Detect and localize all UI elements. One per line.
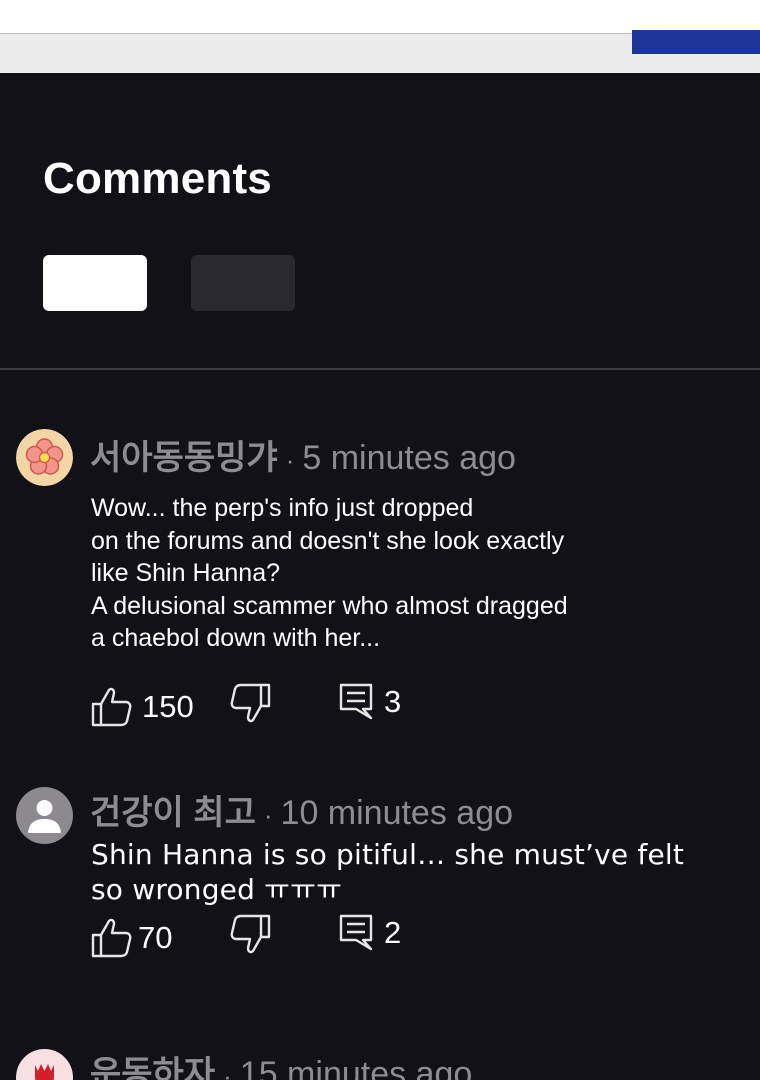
like-count: 150 — [142, 689, 194, 724]
comment-meta: 서아동동밍갸 · 5 minutes ago — [90, 430, 516, 479]
reply-count: 3 — [384, 684, 402, 719]
dislike-button[interactable] — [228, 913, 272, 955]
thumbs-up-icon — [91, 687, 132, 727]
separator-dot: · — [263, 800, 273, 830]
tulip-avatar[interactable] — [16, 1049, 73, 1080]
flower-avatar[interactable] — [16, 429, 73, 486]
user-icon — [28, 800, 61, 833]
comment-item: 건강이 최고 · 10 minutes ago Shin Hanna is so p… — [0, 785, 760, 985]
comment-actions: 150 3 — [90, 683, 490, 728]
dislike-button[interactable] — [228, 682, 272, 724]
active-tab-indicator[interactable] — [632, 30, 760, 54]
timestamp: 10 minutes ago — [280, 794, 514, 832]
username[interactable]: 운동하자 — [90, 1055, 215, 1080]
timestamp: 15 minutes ago — [239, 1055, 473, 1080]
reply-button[interactable]: 3 — [338, 682, 401, 722]
username[interactable]: 건강이 최고 — [90, 794, 256, 832]
browser-top-bar — [0, 0, 760, 73]
timestamp: 5 minutes ago — [302, 439, 516, 477]
page-title: Comments — [43, 154, 272, 203]
separator-dot: · — [223, 1061, 232, 1080]
comment-item: 서아동동밍갸 · 5 minutes ago Wow... the perp's i… — [0, 428, 760, 748]
thumbs-down-icon — [230, 683, 271, 723]
like-button[interactable]: 70 — [90, 917, 172, 959]
like-button[interactable]: 150 — [90, 686, 194, 728]
thumbs-up-icon — [91, 918, 132, 958]
filter-button-inactive[interactable] — [191, 255, 295, 311]
reply-icon — [339, 683, 373, 720]
reply-icon — [339, 914, 373, 951]
username[interactable]: 서아동동밍갸 — [90, 439, 278, 477]
reply-count: 2 — [384, 915, 402, 950]
flower-icon — [16, 429, 73, 486]
reply-button[interactable]: 2 — [338, 913, 401, 953]
thumbs-down-icon — [230, 914, 271, 954]
filter-button-active[interactable] — [43, 255, 147, 311]
comment-meta: 건강이 최고 · 10 minutes ago — [90, 785, 513, 834]
comment-text: Wow... the perp's info just dropped on t… — [91, 494, 568, 652]
tulip-icon — [35, 1064, 54, 1080]
comment-item: 운동하자 · 15 minutes ago — [0, 1046, 760, 1080]
separator-dot: · — [285, 445, 295, 475]
like-count: 70 — [138, 920, 173, 955]
default-user-avatar[interactable] — [16, 787, 73, 844]
comment-actions: 70 2 — [90, 914, 490, 959]
section-divider — [0, 368, 760, 370]
comment-meta: 운동하자 · 15 minutes ago — [90, 1046, 472, 1080]
comment-text: Shin Hanna is so pitiful… she must’ve fe… — [91, 838, 685, 906]
